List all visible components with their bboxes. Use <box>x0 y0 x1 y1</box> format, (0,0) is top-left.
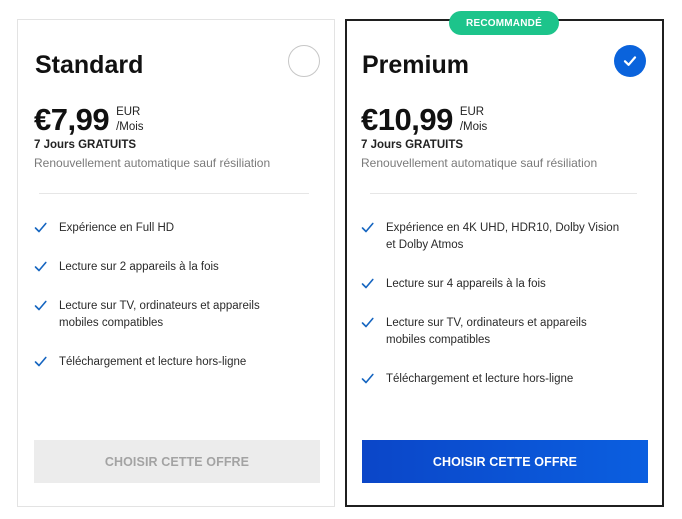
check-icon <box>361 317 374 328</box>
plan-name: Standard <box>35 51 144 79</box>
feature-text: Lecture sur 4 appareils à la fois <box>386 278 546 290</box>
radio-unselected-icon[interactable] <box>288 45 320 77</box>
trial-text: 7 Jours GRATUITS <box>34 139 137 151</box>
price-row: €10,99 EUR /Mois <box>361 103 487 137</box>
plan-card-standard[interactable]: Standard €7,99 EUR /Mois 7 Jours GRATUIT… <box>17 19 335 507</box>
divider <box>370 193 637 194</box>
divider <box>39 193 309 194</box>
plan-name: Premium <box>362 51 469 79</box>
currency: EUR <box>116 106 141 118</box>
feature-line: mobiles compatibles <box>59 317 164 329</box>
renewal-text: Renouvellement automatique sauf résiliat… <box>34 156 271 170</box>
check-icon <box>34 222 47 233</box>
feature-item: Lecture sur TV, ordinateurs et appareils… <box>34 298 314 332</box>
feature-text: Lecture sur TV, ordinateurs et appareils… <box>59 298 260 332</box>
feature-item: Lecture sur TV, ordinateurs et appareils… <box>361 315 651 349</box>
feature-text: Téléchargement et lecture hors-ligne <box>59 356 247 368</box>
price-unit: EUR /Mois <box>116 105 143 135</box>
plan-card-premium[interactable]: RECOMMANDÉ Premium €10,99 EUR /Mois 7 Jo… <box>345 11 664 507</box>
period: /Mois <box>459 121 488 133</box>
feature-list: Expérience en Full HD Lecture sur 2 appa… <box>34 220 314 371</box>
feature-item: Lecture sur 2 appareils à la fois <box>34 259 314 276</box>
price: €10,99 <box>361 102 453 137</box>
feature-line: Lecture sur TV, ordinateurs et appareils <box>59 300 260 312</box>
choose-plan-button[interactable]: CHOISIR CETTE OFFRE <box>362 440 648 483</box>
check-icon <box>623 56 637 66</box>
currency: EUR <box>459 106 485 118</box>
feature-item: Lecture sur 4 appareils à la fois <box>361 276 651 293</box>
feature-line: Lecture sur TV, ordinateurs et appareils <box>386 317 587 329</box>
feature-item: Téléchargement et lecture hors-ligne <box>34 354 314 371</box>
check-icon <box>361 278 374 289</box>
feature-item: Téléchargement et lecture hors-ligne <box>361 371 651 388</box>
price-row: €7,99 EUR /Mois <box>34 103 144 137</box>
feature-line: et Dolby Atmos <box>386 239 464 251</box>
price-unit: EUR /Mois <box>460 105 487 135</box>
feature-item: Expérience en 4K UHD, HDR10, Dolby Visio… <box>361 220 651 254</box>
check-icon <box>361 373 374 384</box>
feature-text: Lecture sur 2 appareils à la fois <box>59 261 219 273</box>
period: /Mois <box>116 121 144 133</box>
feature-item: Expérience en Full HD <box>34 220 314 237</box>
feature-text: Expérience en Full HD <box>59 222 175 234</box>
feature-line: Expérience en 4K UHD, HDR10, Dolby Visio… <box>386 222 620 234</box>
check-icon <box>34 261 47 272</box>
renewal-text: Renouvellement automatique sauf résiliat… <box>361 156 598 170</box>
check-icon <box>361 222 374 233</box>
trial-text: 7 Jours GRATUITS <box>361 139 464 151</box>
price: €7,99 <box>34 102 110 137</box>
check-icon <box>34 300 47 311</box>
check-icon <box>34 356 47 367</box>
feature-text: Téléchargement et lecture hors-ligne <box>386 373 574 385</box>
feature-line: mobiles compatibles <box>386 334 491 346</box>
selected-check-icon[interactable] <box>614 45 646 77</box>
choose-plan-button[interactable]: CHOISIR CETTE OFFRE <box>34 440 320 483</box>
feature-list: Expérience en 4K UHD, HDR10, Dolby Visio… <box>361 220 651 388</box>
recommended-badge: RECOMMANDÉ <box>449 11 559 35</box>
feature-text: Expérience en 4K UHD, HDR10, Dolby Visio… <box>386 220 619 254</box>
feature-text: Lecture sur TV, ordinateurs et appareils… <box>386 315 587 349</box>
